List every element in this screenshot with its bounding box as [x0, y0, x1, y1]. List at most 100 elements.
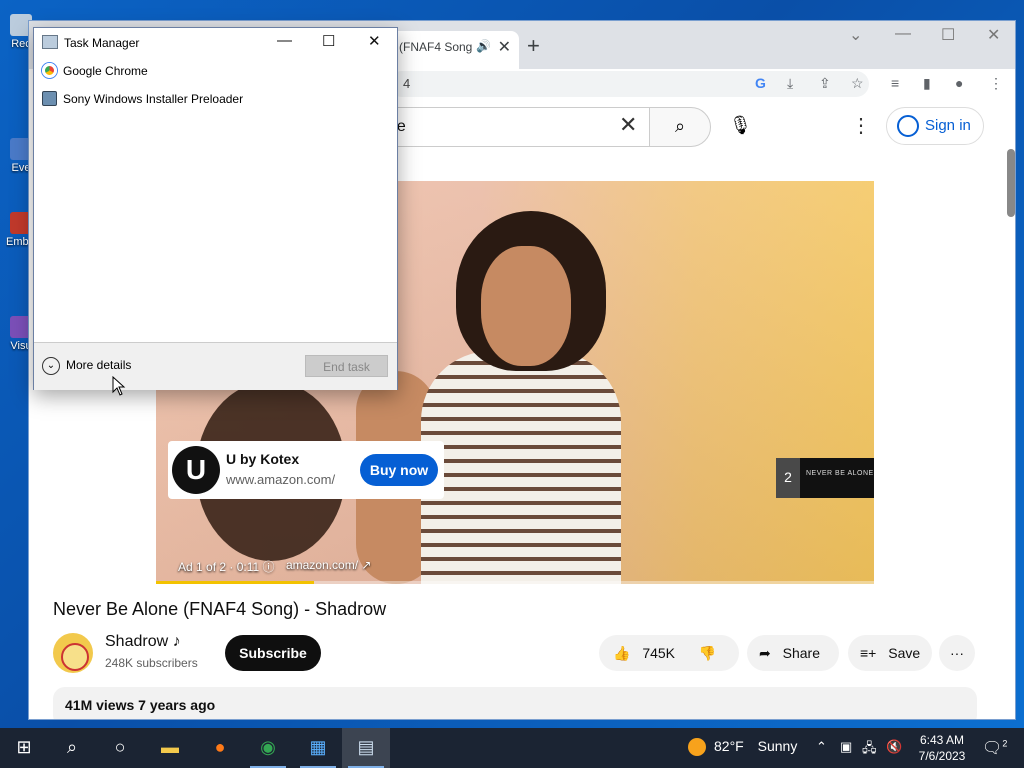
firefox-button[interactable]: ●	[196, 728, 244, 768]
more-details-button[interactable]: ⌄ More details	[42, 357, 131, 375]
task-manager-window: Task Manager — ☐ ✕ Google Chrome Sony Wi…	[33, 27, 398, 390]
notification-center-button[interactable]: 🗨2	[982, 738, 1007, 758]
channel-avatar[interactable]	[53, 633, 93, 673]
close-icon[interactable]: ✕	[368, 32, 381, 50]
ad-card[interactable]: U U by Kotex www.amazon.com/ Buy now	[168, 441, 444, 499]
task-manager-title: Task Manager	[64, 36, 140, 50]
minimize-icon[interactable]: —	[895, 25, 911, 43]
subscribe-button[interactable]: Subscribe	[225, 635, 321, 671]
tray-app-icon[interactable]: ▣	[840, 739, 852, 755]
process-row[interactable]: Google Chrome	[34, 59, 397, 83]
share-label: Share	[782, 645, 820, 661]
clock-date: 7/6/2023	[918, 749, 966, 763]
address-bar[interactable]: 4	[389, 71, 869, 97]
search-icon: ⌕	[66, 737, 78, 757]
address-text: 4	[403, 76, 411, 91]
video-title: Never Be Alone (FNAF4 Song) - Shadrow	[53, 599, 387, 619]
menu-icon[interactable]: ⋮	[989, 75, 1003, 92]
next-ad-thumbnail-text: NEVER BE ALONE	[806, 470, 874, 477]
cortana-button[interactable]: ○	[96, 728, 144, 768]
like-count[interactable]: 745K	[642, 645, 675, 661]
side-panel-icon[interactable]: ▮	[923, 75, 931, 92]
clock[interactable]: 6:43 AM 7/6/2023	[912, 732, 972, 764]
maximize-icon[interactable]: ☐	[322, 32, 335, 50]
mouse-cursor	[112, 376, 126, 396]
ad-info[interactable]: Ad 1 of 2 · 0:11 ⓘ	[178, 558, 275, 575]
process-name: Google Chrome	[63, 64, 148, 78]
taskbar: ⊞ ⌕ ○ ▬ ● ◉ ▦ ▤ 82°F Sunny ⌃ ▣ 🖧 🔇 6:43 …	[0, 728, 1024, 768]
google-icon[interactable]: G	[755, 75, 766, 91]
volume-muted-icon[interactable]: 🔇	[886, 739, 902, 755]
maximize-icon[interactable]: ☐	[941, 25, 955, 45]
next-ad-number: 2	[776, 458, 800, 498]
task-manager-icon	[42, 35, 58, 49]
task-manager-taskbar-button[interactable]: ▤	[342, 728, 390, 768]
install-icon[interactable]: ⤓	[787, 75, 793, 92]
video-figure-face	[481, 246, 571, 366]
ad-url: www.amazon.com/	[226, 472, 336, 487]
notification-count: 2	[1002, 738, 1008, 749]
search-input[interactable]: ne	[369, 107, 649, 147]
clock-time: 6:43 AM	[919, 733, 965, 747]
media-icon[interactable]: ≡	[891, 75, 899, 91]
tab-title: (FNAF4 Song	[399, 40, 473, 54]
chevron-up-icon[interactable]: ⌃	[816, 739, 827, 755]
chrome-icon	[42, 63, 57, 78]
task-manager-titlebar[interactable]: Task Manager — ☐ ✕	[34, 28, 397, 56]
file-explorer-button[interactable]: ▬	[146, 728, 194, 768]
buy-now-button[interactable]: Buy now	[360, 454, 438, 486]
process-name: Sony Windows Installer Preloader	[63, 92, 244, 106]
process-row[interactable]: Sony Windows Installer Preloader	[34, 87, 397, 111]
close-icon[interactable]: ✕	[987, 25, 1000, 45]
sign-in-button[interactable]: Sign in	[886, 107, 984, 145]
tab-close-icon[interactable]: ✕	[498, 37, 511, 57]
microphone-icon[interactable]: 🎙	[729, 115, 752, 136]
more-actions-button[interactable]: ···	[939, 635, 975, 671]
media-app-button[interactable]: ▦	[294, 728, 342, 768]
weather-temp: 82°F	[714, 738, 744, 754]
share-arrow-icon: ➦	[759, 645, 771, 661]
profile-icon[interactable]: ●	[955, 75, 963, 91]
task-manager-footer: ⌄ More details End task	[34, 342, 397, 390]
ad-progress-bar[interactable]	[156, 581, 874, 584]
chevron-down-icon[interactable]: ⌄	[849, 25, 862, 45]
cortana-icon: ○	[114, 737, 126, 757]
like-icon[interactable]: 👍	[613, 645, 630, 661]
star-icon[interactable]: ☆	[851, 75, 864, 92]
channel-name[interactable]: Shadrow ♪	[105, 633, 181, 651]
task-manager-icon: ▤	[357, 737, 375, 757]
ad-site-link[interactable]: amazon.com/ ↗	[286, 558, 371, 572]
subscriber-count: 248K subscribers	[105, 656, 198, 670]
firefox-icon: ●	[214, 737, 226, 757]
end-task-button[interactable]: End task	[305, 355, 388, 377]
share-icon[interactable]: ⇪	[819, 75, 831, 92]
chrome-icon: ◉	[260, 737, 276, 757]
save-label: Save	[888, 645, 921, 661]
network-icon[interactable]: 🖧	[862, 739, 877, 761]
minimize-icon[interactable]: —	[277, 32, 292, 49]
speaker-icon[interactable]: 🔊	[476, 39, 491, 53]
video-figure-body	[421, 351, 621, 584]
next-ad-preview[interactable]: 2 NEVER BE ALONE	[776, 458, 874, 498]
ad-progress-fill	[156, 581, 314, 584]
ad-brand: U by Kotex	[226, 451, 300, 467]
sign-in-label: Sign in	[925, 117, 971, 134]
film-icon: ▦	[309, 737, 327, 757]
description-box[interactable]: 41M views 7 years ago	[53, 687, 977, 719]
dislike-icon[interactable]: 👎	[699, 645, 716, 661]
playlist-add-icon: ≡+	[860, 645, 877, 661]
weather-desc: Sunny	[757, 738, 798, 754]
scrollbar[interactable]	[1007, 149, 1015, 217]
start-button[interactable]: ⊞	[0, 728, 48, 768]
new-tab-button[interactable]: +	[527, 33, 540, 59]
installer-icon	[42, 91, 57, 106]
clear-search-icon[interactable]: ✕	[619, 112, 637, 138]
chrome-taskbar-button[interactable]: ◉	[244, 728, 292, 768]
settings-menu-icon[interactable]: ⋮	[851, 113, 871, 138]
search-button[interactable]: ⌕	[48, 728, 96, 768]
weather-widget[interactable]: 82°F Sunny	[688, 738, 798, 757]
like-dislike-group: 👍 745K 👎	[599, 635, 739, 671]
save-button[interactable]: ≡+ Save	[848, 635, 932, 671]
share-button[interactable]: ➦ Share	[747, 635, 839, 671]
search-button[interactable]: ⌕	[649, 107, 711, 147]
